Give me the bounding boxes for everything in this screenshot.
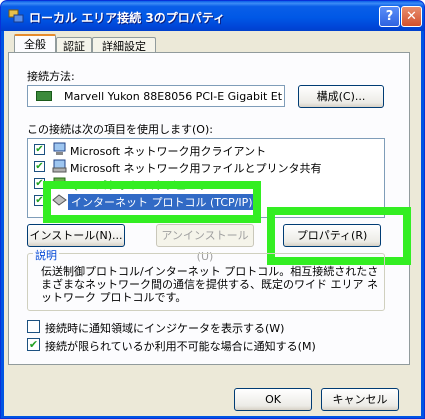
network-adapter-icon — [36, 91, 52, 101]
component-label: Microsoft ネットワーク用ファイルとプリンタ共有 — [70, 162, 322, 175]
client-computer-icon — [53, 142, 66, 155]
description-text: 伝送制御プロトコル/インターネット プロトコル。相互接続されたさまざまなネットワ… — [41, 265, 379, 304]
list-item[interactable]: ✔ Microsoft ネットワーク用クライアント — [32, 141, 382, 158]
title-bar[interactable]: ローカル エリア接続 3のプロパティ ? ✕ — [1, 1, 424, 31]
ok-button[interactable]: OK — [234, 388, 312, 411]
help-button[interactable]: ? — [379, 6, 400, 27]
show-icon-checkbox[interactable] — [27, 320, 40, 333]
install-button[interactable]: インストール(N)... — [27, 224, 125, 247]
network-connection-icon — [8, 9, 24, 23]
configure-button[interactable]: 構成(C)... — [298, 85, 384, 108]
cancel-button[interactable]: キャンセル — [321, 388, 399, 411]
file-printer-sharing-icon — [52, 159, 67, 173]
notify-limited-checkbox[interactable]: ✔ — [27, 338, 40, 351]
uninstall-button[interactable]: アンインストール(U) — [156, 224, 254, 263]
window-title: ローカル エリア接続 3のプロパティ — [29, 11, 225, 25]
highlight-box-tcpip — [43, 181, 261, 223]
notify-limited-label: 接続が限られているか利用不可能な場合に通知する(M) — [45, 340, 316, 353]
list-item[interactable]: ✔ Microsoft ネットワーク用ファイルとプリンタ共有 — [32, 158, 382, 175]
adapter-field: Marvell Yukon 88E8056 PCI-E Gigabit Et — [27, 85, 285, 107]
properties-window: ローカル エリア接続 3のプロパティ ? ✕ 全般 認証 詳細設定 接続方法: … — [0, 0, 425, 419]
adapter-name: Marvell Yukon 88E8056 PCI-E Gigabit Et — [64, 90, 283, 103]
connect-using-label: 接続方法: — [27, 70, 75, 83]
component-label: Microsoft ネットワーク用クライアント — [70, 145, 267, 158]
close-button[interactable]: ✕ — [401, 6, 422, 27]
show-icon-label: 接続時に通知領域にインジケータを表示する(W) — [45, 322, 285, 335]
component-checkbox[interactable]: ✔ — [34, 144, 45, 155]
description-legend: 説明 — [33, 247, 59, 263]
components-label: この接続は次の項目を使用します(O): — [27, 123, 213, 136]
component-checkbox[interactable]: ✔ — [34, 161, 45, 172]
